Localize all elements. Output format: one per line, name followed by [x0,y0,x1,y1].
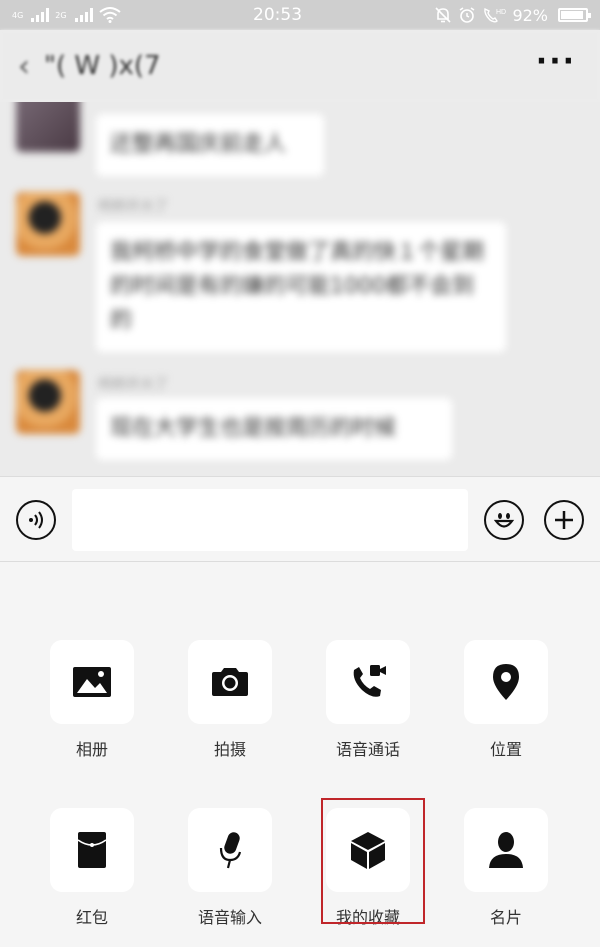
avatar[interactable] [16,370,80,434]
status-right: HD 92% [434,5,591,25]
panel-item-album[interactable]: 相册 [50,640,134,759]
contact-card-icon [464,808,548,892]
message-input[interactable] [72,489,468,551]
panel-item-label: 语音输入 [197,908,263,927]
wifi-icon [98,7,121,23]
panel-item-label: 语音通话 [335,740,401,759]
alarm-icon [459,7,475,23]
album-icon [50,640,134,724]
panel-item-label: 拍摄 [213,740,247,759]
hd-call-icon: HD [484,7,506,23]
voice-icon[interactable] [16,500,56,540]
panel-item-red-packet[interactable]: 红包 [50,808,134,927]
mute-bell-icon [435,7,452,23]
status-time: 20:53 [253,5,303,25]
panel-item-label: 相册 [75,740,109,759]
panel-item-label: 名片 [489,908,523,927]
panel-item-voice-call[interactable]: 语音通话 [326,640,410,759]
avatar[interactable] [16,192,80,256]
plus-icon[interactable] [544,500,584,540]
status-left: 4G 2G [12,7,121,23]
sender-name: 柯桥开大了 [98,377,168,393]
message-bubble[interactable]: 我柯桥中学的食堂做了真的快１个星期的时间是有的嫌的可能1000都不会到的 [96,222,506,352]
red-packet-icon [50,808,134,892]
panel-item-voice-input[interactable]: 语音输入 [188,808,272,927]
chat-title: "( W )x(7 [44,51,161,81]
signal-tag-1: 4G [12,10,24,20]
message-item: 柯桥开大了 我柯桥中学的食堂做了真的快１个星期的时间是有的嫌的可能1000都不会… [0,192,600,362]
avatar[interactable] [16,102,80,152]
message-bubble[interactable]: 还整再国庆前走人 [96,114,324,176]
svg-text:HD: HD [496,9,506,16]
panel-item-label: 红包 [75,908,109,927]
sender-name: 柯桥开大了 [98,199,168,215]
signal-tag-2: 2G [55,10,67,20]
panel-item-contact-card[interactable]: 名片 [464,808,548,927]
signal-icon [31,8,50,22]
chat-header: ‹ "( W )x(7 [0,30,600,102]
emoji-icon[interactable] [484,500,524,540]
chat-message-list[interactable]: 还整再国庆前走人 柯桥开大了 我柯桥中学的食堂做了真的快１个星期的时间是有的嫌的… [0,102,600,476]
more-dots-icon[interactable]: ··· [536,44,576,79]
location-icon [464,640,548,724]
message-item: 还整再国庆前走人 [0,102,600,188]
panel-item-location[interactable]: 位置 [464,640,548,759]
signal-icon-2 [74,8,93,22]
status-bar: 4G 2G 20:53 HD 92% [0,0,600,30]
message-bubble[interactable]: 现在大学生也是按周历的时候 [96,398,452,460]
battery-percent: 92% [512,5,548,25]
message-item: 柯桥开大了 现在大学生也是按周历的时候 [0,370,600,470]
camera-icon [188,640,272,724]
input-bar [0,476,600,562]
microphone-icon [188,808,272,892]
battery-icon [558,8,591,22]
panel-item-camera[interactable]: 拍摄 [188,640,272,759]
highlight-box [321,798,425,924]
panel-item-label: 位置 [489,740,523,759]
function-panel: 相册 拍摄 语音通话 位置 红包 语音输入 我的收藏 名片 [0,562,600,947]
chevron-left-icon[interactable]: ‹ [18,49,30,84]
voice-call-icon [326,640,410,724]
